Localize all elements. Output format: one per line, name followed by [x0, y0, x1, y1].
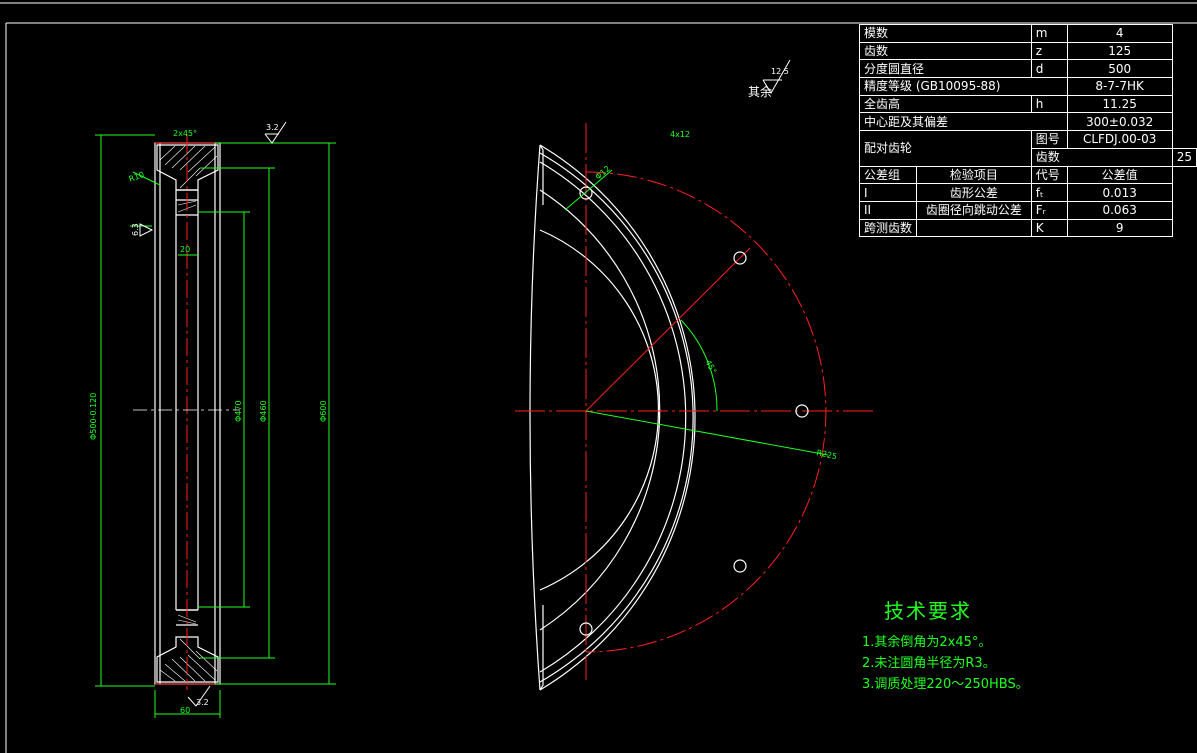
table-cell: fₜ: [1030, 183, 1068, 202]
table-cell: 代号: [1030, 165, 1068, 185]
table-cell: 齿数: [859, 41, 1032, 61]
gear-parameters-table: 模数 m 4 齿数 z 125 分度圆直径 d 500 精度等级 (GB10095-88) 8-7-…: [858, 24, 1197, 238]
table-cell: 125: [1066, 41, 1173, 61]
table-cell: CLFDJ.00-03: [1066, 130, 1173, 149]
table-cell: 齿形公差: [916, 183, 1032, 202]
table-cell: d: [1030, 59, 1068, 79]
table-row: 公差组 检验项目 代号 公差值: [858, 165, 1197, 185]
table-cell: K: [1030, 218, 1068, 238]
label-hole-dia: Φ12: [594, 164, 612, 181]
table-cell: 11.25: [1066, 94, 1173, 114]
pitch-circle: [585, 171, 827, 653]
table-cell: 300±0.032: [1066, 112, 1173, 132]
label-rough-bottom: 3.2: [196, 698, 209, 707]
table-cell: 中心距及其偏差: [859, 112, 1068, 132]
label-angle: 45°: [703, 359, 718, 376]
technical-requirements: 技术要求 1.其余倒角为2x45°。 2.未注圆角半径为R3。 3.调质处理22…: [862, 595, 1029, 695]
table-row: 齿数 z 125: [859, 41, 1197, 61]
table-cell: 0.013: [1066, 183, 1173, 202]
table-cell: 分度圆直径: [859, 59, 1032, 79]
table-row: 模数 m 4: [859, 24, 1197, 43]
table-row: II 齿圈径向跳动公差 Fᵣ 0.063: [858, 200, 1197, 220]
label-rough-all-text: 其余: [748, 84, 772, 99]
roughness-marks: [139, 59, 791, 707]
table-row: 中心距及其偏差 300±0.032: [859, 112, 1197, 132]
label-r10: R10: [128, 170, 146, 184]
table-row: 全齿高 h 11.25: [859, 94, 1197, 114]
table-cell: z: [1030, 41, 1068, 61]
tech-req-item: 1.其余倒角为2x45°。: [862, 635, 992, 650]
label-rough-all-value: 12.5: [771, 67, 789, 76]
table-cell: 检验项目: [916, 165, 1032, 185]
table-cell: 全齿高: [859, 94, 1032, 114]
label-dia-right: Φ600: [319, 400, 328, 422]
label-bottom-width: 60: [180, 706, 190, 715]
table-row: 精度等级 (GB10095-88) 8-7-7HK: [859, 77, 1197, 96]
table-cell: 8-7-7HK: [1066, 77, 1173, 96]
label-dia-mid1: Φ470: [234, 400, 243, 422]
table-row: 分度圆直径 d 500: [859, 59, 1197, 79]
tech-req-item: 3.调质处理220～250HBS。: [862, 677, 1029, 692]
table-row: 配对齿轮 图号 CLFDJ.00-03: [859, 130, 1197, 167]
table-cell: 4: [1066, 24, 1173, 43]
table-cell: 精度等级 (GB10095-88): [859, 77, 1068, 96]
table-cell: II: [858, 200, 918, 220]
label-radius: R225: [816, 448, 838, 461]
face-view: [529, 144, 696, 691]
label-web-width: 20: [180, 245, 190, 254]
table-cell: 齿数: [1030, 147, 1173, 167]
tech-req-item: 2.未注圆角半径为R3。: [862, 656, 996, 671]
table-cell: [916, 218, 1032, 238]
table-cell: 图号: [1030, 130, 1068, 149]
label-dia-outer: Φ500-0.120: [89, 393, 98, 440]
table-cell: 跨测齿数: [858, 218, 918, 238]
table-cell: 25: [1171, 147, 1197, 167]
label-dia-mid2: Φ460: [259, 400, 268, 422]
table-row: I 齿形公差 fₜ 0.013: [858, 183, 1197, 202]
section-hatching: [159, 145, 218, 682]
label-rough-left: 6.3: [131, 223, 140, 236]
table-cell: 齿圈径向跳动公差: [916, 200, 1032, 220]
label-rough-top: 3.2: [266, 123, 279, 132]
table-cell: I: [858, 183, 918, 202]
tech-req-title: 技术要求: [884, 599, 972, 623]
table-cell: 500: [1066, 59, 1173, 79]
table-row: 跨测齿数 K 9: [858, 218, 1197, 238]
table-cell: 9: [1066, 218, 1173, 238]
table-cell: Fᵣ: [1030, 200, 1068, 220]
table-cell: 配对齿轮: [859, 130, 1032, 167]
table-cell: 公差组: [858, 165, 918, 185]
face-diag-centerline: [585, 247, 751, 412]
table-cell: 公差值: [1066, 165, 1173, 185]
table-cell: m: [1030, 24, 1068, 43]
label-chamfer-top: 2x45°: [173, 129, 197, 138]
table-cell: h: [1030, 94, 1068, 114]
table-cell: 模数: [859, 24, 1032, 43]
label-top-note: 4x12: [670, 130, 690, 139]
table-cell: 0.063: [1066, 200, 1173, 220]
